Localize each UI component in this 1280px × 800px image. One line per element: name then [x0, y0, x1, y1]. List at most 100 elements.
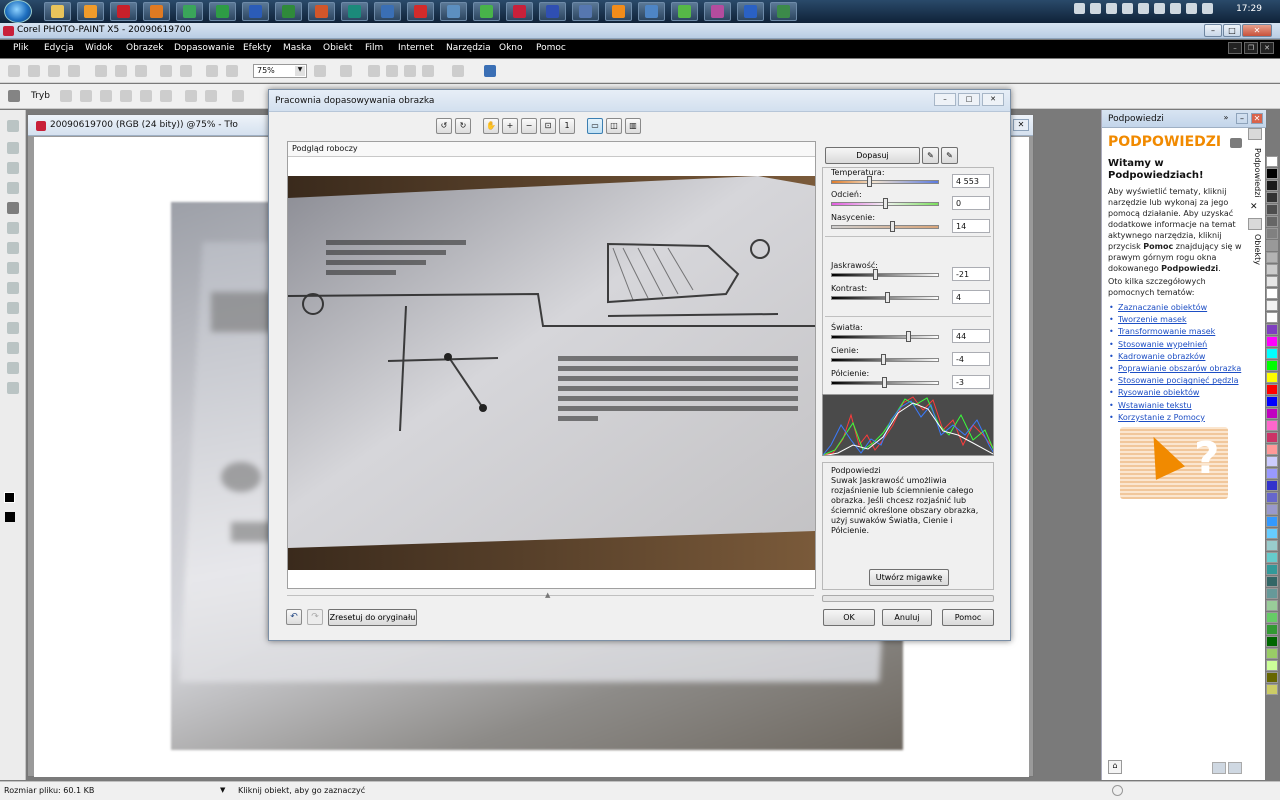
- split-preview-icon[interactable]: ◫: [606, 118, 622, 134]
- maximize-button[interactable]: □: [1223, 24, 1241, 37]
- tray-icon[interactable]: [1122, 3, 1134, 14]
- slider-value-field[interactable]: 4 553: [952, 174, 990, 188]
- docker-minimize-button[interactable]: –: [1236, 113, 1248, 124]
- color-swatch[interactable]: [1266, 432, 1278, 443]
- color-swatch[interactable]: [1266, 672, 1278, 683]
- slider-thumb[interactable]: [872, 269, 878, 280]
- color-swatch[interactable]: [1266, 348, 1278, 359]
- text-tool-icon[interactable]: [7, 242, 19, 254]
- color-swatch[interactable]: [1266, 612, 1278, 623]
- menu-edycja[interactable]: Edycja: [44, 43, 74, 53]
- calendar-icon[interactable]: [572, 2, 599, 21]
- background-color-swatch[interactable]: [5, 512, 15, 522]
- mask-transform-icon[interactable]: [7, 142, 19, 154]
- excel-icon[interactable]: [275, 2, 302, 21]
- cancel-button[interactable]: Anuluj: [882, 609, 932, 626]
- corel-photopaint-icon[interactable]: [506, 2, 533, 21]
- corel-photopaint-icon[interactable]: [3, 26, 14, 36]
- color-swatch[interactable]: [1266, 504, 1278, 515]
- vlc-icon[interactable]: [605, 2, 632, 21]
- mode-icon[interactable]: [8, 90, 20, 102]
- pick-tool-icon[interactable]: [7, 120, 19, 132]
- view-icon[interactable]: [452, 65, 464, 77]
- perspective-icon[interactable]: [160, 90, 172, 102]
- back-icon[interactable]: [1212, 762, 1226, 774]
- project-icon[interactable]: [209, 2, 236, 21]
- new-file-icon[interactable]: [8, 65, 20, 77]
- slider-value-field[interactable]: 4: [952, 290, 990, 304]
- topic-link[interactable]: Korzystanie z Pomocy: [1108, 412, 1258, 424]
- zoom-icon[interactable]: [314, 65, 326, 77]
- actual-size-icon[interactable]: 1: [559, 118, 575, 134]
- chevron-down-icon[interactable]: ▼: [220, 786, 225, 794]
- color-swatch[interactable]: [1266, 168, 1278, 179]
- slider-value-field[interactable]: -4: [952, 352, 990, 366]
- import-icon[interactable]: [206, 65, 218, 77]
- slider-track[interactable]: [831, 335, 939, 339]
- menu-okno[interactable]: Okno: [499, 43, 523, 53]
- color-swatch[interactable]: [1266, 648, 1278, 659]
- color-swatch[interactable]: [1266, 360, 1278, 371]
- undo-icon[interactable]: [160, 65, 172, 77]
- docker-close-button[interactable]: ✕: [1251, 113, 1263, 124]
- slider-value-field[interactable]: -21: [952, 267, 990, 281]
- slider-value-field[interactable]: 14: [952, 219, 990, 233]
- color-swatch[interactable]: [1266, 192, 1278, 203]
- network-icon[interactable]: [1170, 3, 1182, 14]
- color-swatch[interactable]: [1266, 276, 1278, 287]
- white-point-eyedropper-icon[interactable]: ✎: [922, 147, 939, 164]
- full-preview-icon[interactable]: ▭: [587, 118, 603, 134]
- powerpoint-icon[interactable]: [308, 2, 335, 21]
- pan-icon[interactable]: ✋: [483, 118, 499, 134]
- flag-icon[interactable]: [1154, 3, 1166, 14]
- slider-value-field[interactable]: 0: [952, 196, 990, 210]
- slider-thumb[interactable]: [885, 292, 891, 303]
- auto-adjust-button[interactable]: Dopasuj automatycznie: [825, 147, 920, 175]
- line-tool-icon[interactable]: [7, 382, 19, 394]
- volume-icon[interactable]: [1202, 3, 1214, 14]
- preview-image[interactable]: [288, 176, 815, 570]
- image-icon[interactable]: [704, 2, 731, 21]
- flip-vertical-icon[interactable]: [205, 90, 217, 102]
- before-after-preview-icon[interactable]: ▥: [625, 118, 641, 134]
- redo-button[interactable]: ↷: [307, 609, 323, 625]
- ok-button[interactable]: OK: [823, 609, 875, 626]
- word-icon[interactable]: [242, 2, 269, 21]
- slider-thumb[interactable]: [883, 198, 888, 209]
- menu-film[interactable]: Film: [365, 43, 383, 53]
- tab-podpowiedzi[interactable]: Podpowiedzi: [1248, 148, 1262, 198]
- settings-icon[interactable]: [374, 2, 401, 21]
- slider-value-field[interactable]: -3: [952, 375, 990, 389]
- effect-tool-icon[interactable]: [7, 282, 19, 294]
- distort-icon[interactable]: [140, 90, 152, 102]
- tray-icon[interactable]: [1138, 3, 1150, 14]
- slider-track[interactable]: [831, 225, 939, 229]
- doc-restore-button[interactable]: ❐: [1244, 42, 1258, 54]
- expand-icon[interactable]: »: [1220, 113, 1232, 124]
- preview-pane[interactable]: Podgląd roboczy: [287, 141, 816, 589]
- zoom-to-fit-icon[interactable]: ⊡: [540, 118, 556, 134]
- close-button[interactable]: ✕: [1242, 24, 1272, 37]
- eraser-icon[interactable]: [7, 222, 19, 234]
- tool-icon[interactable]: [638, 2, 665, 21]
- menu-maska[interactable]: Maska: [283, 43, 312, 53]
- zoom-select[interactable]: 75% ▼: [253, 64, 307, 78]
- color-swatch[interactable]: [1266, 576, 1278, 587]
- lock-icon[interactable]: ⌂: [1108, 760, 1122, 774]
- color-swatch[interactable]: [1266, 156, 1278, 167]
- color-swatch[interactable]: [1266, 372, 1278, 383]
- export-icon[interactable]: [226, 65, 238, 77]
- mask-tool-icon[interactable]: [386, 65, 398, 77]
- green-app-icon[interactable]: [473, 2, 500, 21]
- brush-icon[interactable]: [7, 262, 19, 274]
- color-swatch[interactable]: [1266, 660, 1278, 671]
- slider-thumb[interactable]: [881, 377, 887, 388]
- close-icon[interactable]: ✕: [1250, 202, 1258, 212]
- color-swatch[interactable]: [1266, 324, 1278, 335]
- move-icon[interactable]: [60, 90, 72, 102]
- folder-icon[interactable]: [44, 2, 71, 21]
- color-swatch[interactable]: [1266, 540, 1278, 551]
- color-swatch[interactable]: [1266, 384, 1278, 395]
- rotate-right-icon[interactable]: ↻: [455, 118, 471, 134]
- topic-link[interactable]: Stosowanie pociągnięć pędzla: [1108, 375, 1258, 387]
